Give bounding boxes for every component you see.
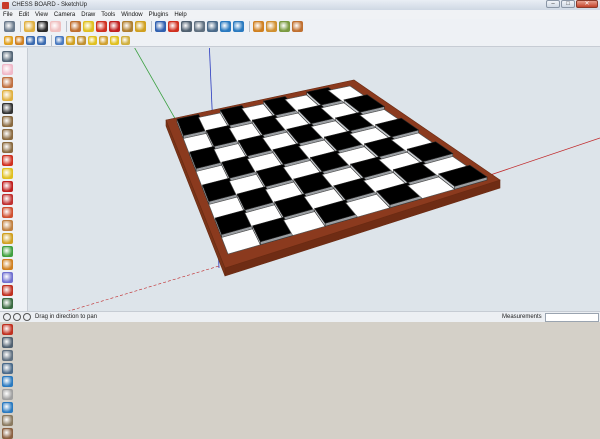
get-models-icon[interactable] [253,21,264,32]
arc-icon[interactable] [2,116,13,127]
sketchup-window: CHESS BOARD - SketchUp – □ ✕ File Edit V… [0,0,600,439]
menu-draw[interactable]: Draw [81,12,95,18]
display-section-icon[interactable] [15,35,24,45]
axes-icon[interactable] [2,285,13,296]
push-pull-icon[interactable] [83,21,94,32]
zoom-extents-icon[interactable] [2,363,13,374]
move-icon[interactable] [2,155,13,166]
main-toolbar [0,19,600,35]
geo-location-icon[interactable] [3,313,11,321]
section-icon[interactable] [2,428,13,439]
title-bar: CHESS BOARD - SketchUp – □ ✕ [0,0,600,10]
status-bar: Drag in direction to pan Measurements [0,311,600,322]
credits-icon[interactable] [13,313,21,321]
window-controls: – □ ✕ [546,0,598,8]
orbit-icon[interactable] [155,21,166,32]
look-around-icon[interactable] [2,402,13,413]
dimension-icon[interactable] [2,246,13,257]
share-model-icon[interactable] [266,21,277,32]
menu-edit[interactable]: Edit [19,12,29,18]
measurements-label: Measurements [502,314,542,320]
menu-window[interactable]: Window [121,12,142,18]
previous-icon[interactable] [2,376,13,387]
maximize-button[interactable]: □ [561,0,575,8]
sketchup-logo-icon [2,1,9,9]
toolbar-separator [51,34,52,46]
rotate-icon[interactable] [109,21,120,32]
eraser-icon[interactable] [50,21,61,32]
rotate-icon[interactable] [2,181,13,192]
minimize-button[interactable]: – [546,0,560,8]
menu-tools[interactable]: Tools [101,12,115,18]
toolbar-separator [66,21,67,32]
shaded-icon[interactable] [77,35,86,45]
follow-me-icon[interactable] [2,194,13,205]
pencil-icon[interactable] [24,21,35,32]
scale-icon[interactable] [2,207,13,218]
large-tool-set [0,48,28,439]
close-button[interactable]: ✕ [576,0,598,8]
styles-toolbar [0,34,600,47]
status-message: Drag in direction to pan [35,314,98,320]
model-viewport[interactable] [29,48,600,311]
menu-camera[interactable]: Camera [54,12,75,18]
textured-icon[interactable] [88,35,97,45]
zoom-extents-icon[interactable] [207,21,218,32]
select-icon[interactable] [4,21,15,32]
components-icon[interactable] [279,21,290,32]
move-icon[interactable] [96,21,107,32]
help-icon[interactable] [23,313,31,321]
protractor-icon[interactable] [2,259,13,270]
toolbar-separator [20,21,21,32]
tape-measure-icon[interactable] [135,21,146,32]
monochrome-icon[interactable] [99,35,108,45]
xray-icon[interactable] [26,35,35,45]
push-pull-icon[interactable] [2,168,13,179]
hidden-line-icon[interactable] [66,35,75,45]
menu-help[interactable]: Help [174,12,186,18]
toolbar-separator [249,21,250,32]
paint-bucket-icon[interactable] [70,21,81,32]
text-icon[interactable] [2,272,13,283]
scene-canvas[interactable] [29,48,600,311]
pan-icon[interactable] [2,324,13,335]
offset-icon[interactable] [122,21,133,32]
offset-icon[interactable] [2,220,13,231]
measurements-field[interactable] [545,313,599,322]
wireframe-icon[interactable] [55,35,64,45]
paint-bucket-icon[interactable] [2,77,13,88]
polygon-icon[interactable] [2,142,13,153]
section-plane-icon[interactable] [4,35,13,45]
3d-text-icon[interactable] [2,298,13,309]
rectangle-icon[interactable] [37,21,48,32]
menu-bar: File Edit View Camera Draw Tools Window … [0,10,600,19]
toolbar-separator [151,21,152,32]
pan-icon[interactable] [168,21,179,32]
zoom-window-icon[interactable] [2,350,13,361]
next-view-icon[interactable] [233,21,244,32]
zoom-icon[interactable] [2,337,13,348]
back-edges-icon[interactable] [37,35,46,45]
rectangle-icon[interactable] [2,103,13,114]
menu-file[interactable]: File [3,12,13,18]
fog-icon[interactable] [121,35,130,45]
pencil-icon[interactable] [2,90,13,101]
menu-view[interactable]: View [35,12,48,18]
window-title: CHESS BOARD - SketchUp [12,2,88,8]
shadows-icon[interactable] [110,35,119,45]
extension-icon[interactable] [292,21,303,32]
walk-icon[interactable] [2,415,13,426]
zoom-icon[interactable] [181,21,192,32]
circle-icon[interactable] [2,129,13,140]
tape-measure-icon[interactable] [2,233,13,244]
eraser-icon[interactable] [2,64,13,75]
zoom-window-icon[interactable] [194,21,205,32]
position-camera-icon[interactable] [2,389,13,400]
previous-view-icon[interactable] [220,21,231,32]
select-icon[interactable] [2,51,13,62]
menu-plugins[interactable]: Plugins [149,12,169,18]
